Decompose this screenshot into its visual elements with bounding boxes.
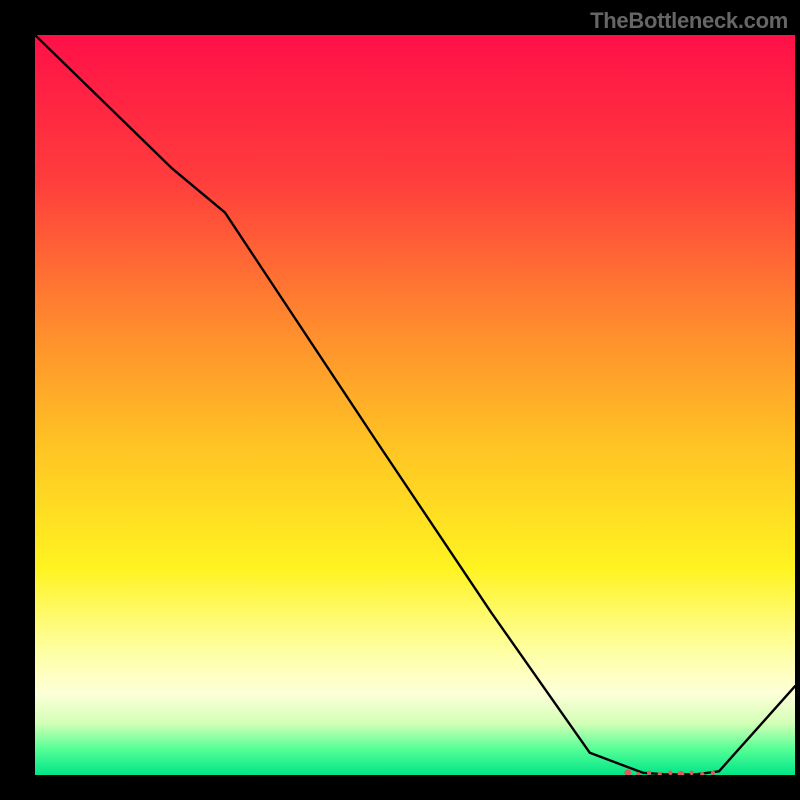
plot-area bbox=[35, 35, 795, 775]
chart-frame: TheBottleneck.com bbox=[0, 0, 800, 800]
heat-gradient-background bbox=[35, 35, 795, 775]
watermark-label: TheBottleneck.com bbox=[590, 8, 788, 34]
gradient-rect bbox=[35, 35, 795, 775]
